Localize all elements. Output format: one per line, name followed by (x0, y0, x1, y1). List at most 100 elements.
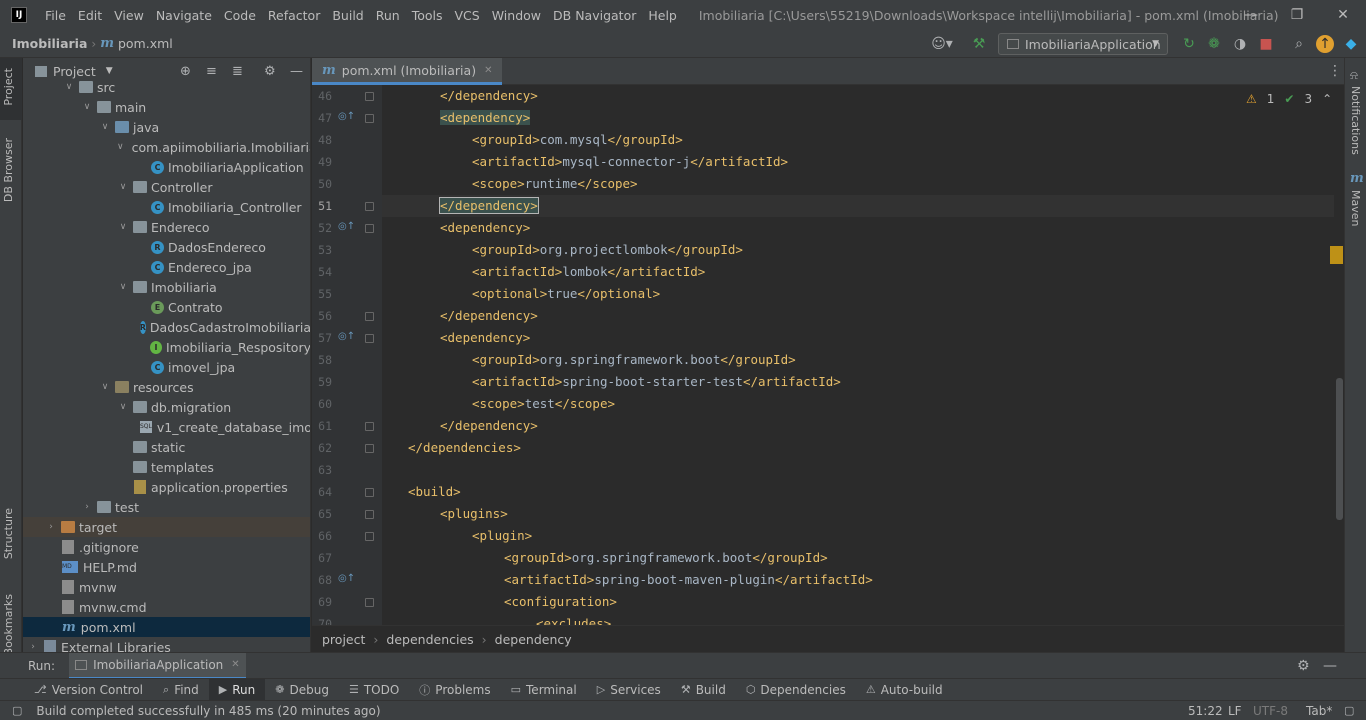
run-configuration-select[interactable]: ImobiliariaApplication ▼ (998, 33, 1168, 55)
chevron-down-icon[interactable]: ▼ (106, 66, 113, 76)
tree-item[interactable]: C ImobiliariaApplication (23, 157, 310, 177)
tab-notifications[interactable]: Notifications (1349, 86, 1362, 155)
nav-project[interactable]: Imobiliaria (12, 36, 87, 51)
tool-problems[interactable]: ⓘ Problems (409, 679, 500, 701)
code-line[interactable]: <artifactId>spring-boot-maven-plugin</ar… (504, 569, 873, 591)
run-tab-application[interactable]: ImobiliariaApplication ✕ (69, 652, 246, 679)
tree-item[interactable]: ∨ Controller (23, 177, 310, 197)
code-line[interactable]: <optional>true</optional> (472, 283, 660, 305)
code-line[interactable]: <artifactId>spring-boot-starter-test</ar… (472, 371, 841, 393)
caret-position[interactable]: 51:22 (1188, 704, 1223, 718)
chevron-down-icon[interactable]: ∨ (117, 142, 124, 152)
stop-icon[interactable]: ■ (1257, 35, 1275, 53)
lock-icon[interactable]: ▢ (1344, 704, 1354, 717)
tool-terminal[interactable]: ▭ Terminal (501, 679, 587, 701)
tree-item[interactable]: mvnw (23, 577, 310, 597)
tree-item[interactable]: ∨ src (23, 77, 310, 97)
code-line[interactable]: <scope>test</scope> (472, 393, 615, 415)
tab-maven[interactable]: Maven (1349, 190, 1362, 226)
tool-debug[interactable]: ❁ Debug (265, 679, 339, 701)
tool-find[interactable]: ⌕ Find (153, 679, 209, 701)
tree-item[interactable]: MD HELP.md (23, 557, 310, 577)
menu-run[interactable]: Run (370, 8, 406, 23)
tool-todo[interactable]: ☰ TODO (339, 679, 409, 701)
code-line[interactable]: </dependency> (439, 195, 539, 217)
menu-tools[interactable]: Tools (406, 8, 449, 23)
code-line[interactable]: </dependency> (440, 305, 538, 327)
tree-item[interactable]: R DadosCadastroImobiliaria (23, 317, 310, 337)
code-line[interactable]: <artifactId>mysql-connector-j</artifactI… (472, 151, 788, 173)
restore-icon[interactable]: ❐ (1274, 0, 1320, 30)
menu-view[interactable]: View (108, 8, 150, 23)
breadcrumb-dependency[interactable]: dependency (495, 632, 572, 647)
breadcrumb-dependencies[interactable]: dependencies (386, 632, 473, 647)
tree-item[interactable]: ∨ resources (23, 377, 310, 397)
chevron-down-icon[interactable]: ∨ (117, 222, 129, 232)
tree-item[interactable]: ∨ com.apiimobiliaria.Imobiliaria (23, 137, 310, 157)
code-line[interactable]: </dependencies> (408, 437, 521, 459)
panel-toggle-icon[interactable]: ▢ (12, 704, 22, 717)
nav-file[interactable]: pom.xml (118, 36, 173, 51)
code-line[interactable]: <groupId>org.springframework.boot</group… (472, 349, 796, 371)
tree-item[interactable]: C Imobiliaria_Controller (23, 197, 310, 217)
tab-project[interactable]: Project (2, 68, 15, 106)
code-content[interactable]: </dependency> <dependency> <groupId>com.my… (312, 58, 1332, 625)
line-separator[interactable]: LF (1228, 704, 1242, 718)
chevron-up-icon[interactable]: ⌃ (1322, 92, 1332, 106)
menu-navigate[interactable]: Navigate (150, 8, 218, 23)
chevron-down-icon[interactable]: ∨ (81, 102, 93, 112)
user-icon[interactable]: ☺▾ (928, 35, 956, 53)
search-icon[interactable]: ⌕ (1290, 35, 1308, 53)
status-message[interactable]: Build completed successfully in 485 ms (… (36, 704, 380, 718)
tree-item[interactable]: .gitignore (23, 537, 310, 557)
menu-code[interactable]: Code (218, 8, 262, 23)
tree-item[interactable]: static (23, 437, 310, 457)
tree-item[interactable]: › External Libraries (23, 637, 310, 652)
chevron-right-icon[interactable]: › (81, 502, 93, 512)
tree-item[interactable]: › target (23, 517, 310, 537)
tab-bookmarks[interactable]: Bookmarks (2, 594, 15, 655)
minimize-icon[interactable]: — (1228, 0, 1274, 30)
hide-panel-icon[interactable]: — (1323, 658, 1337, 674)
tree-item[interactable]: SQL v1_create_database_imovel.sq (23, 417, 310, 437)
chevron-down-icon[interactable]: ∨ (117, 282, 129, 292)
code-line[interactable]: <groupId>org.projectlombok</groupId> (472, 239, 743, 261)
tree-item[interactable]: Cimovel_jpa (23, 357, 310, 377)
close-icon[interactable]: ✕ (231, 659, 239, 670)
tree-item[interactable]: ∨ db.migration (23, 397, 310, 417)
tree-item[interactable]: mvnw.cmd (23, 597, 310, 617)
indent-setting[interactable]: Tab* (1306, 704, 1332, 718)
code-line[interactable]: <plugins> (440, 503, 508, 525)
chevron-right-icon[interactable]: › (27, 642, 39, 652)
chevron-down-icon[interactable]: ∨ (117, 182, 129, 192)
tree-item[interactable]: templates (23, 457, 310, 477)
rerun-icon[interactable]: ↻ (1180, 35, 1198, 53)
tree-item[interactable]: m pom.xml (23, 617, 310, 637)
code-line[interactable]: <dependency> (440, 327, 530, 349)
code-line[interactable]: <plugin> (472, 525, 532, 547)
update-icon[interactable]: ↑ (1316, 35, 1334, 53)
code-line[interactable]: <configuration> (504, 591, 617, 613)
tool-services[interactable]: ▷ Services (587, 679, 671, 701)
inspection-widget[interactable]: ⚠ 1 ✔ 3 ⌃ ⌄ (1246, 92, 1352, 106)
code-line[interactable]: <excludes> (536, 613, 611, 625)
code-line[interactable]: <artifactId>lombok</artifactId> (472, 261, 705, 283)
tree-item[interactable]: E Contrato (23, 297, 310, 317)
menu-vcs[interactable]: VCS (449, 8, 486, 23)
tab-structure[interactable]: Structure (2, 508, 15, 559)
tree-item[interactable]: application.properties (23, 477, 310, 497)
debug-icon[interactable]: ❁ (1205, 35, 1223, 53)
plugin-icon[interactable]: ◆ (1342, 35, 1360, 53)
code-line[interactable]: <build> (408, 481, 461, 503)
menu-db-navigator[interactable]: DB Navigator (547, 8, 642, 23)
code-line[interactable]: </dependency> (440, 85, 538, 107)
tab-db-browser[interactable]: DB Browser (2, 138, 15, 202)
tool-build[interactable]: ⚒ Build (671, 679, 736, 701)
code-line[interactable]: <scope>runtime</scope> (472, 173, 638, 195)
chevron-down-icon[interactable]: ∨ (63, 82, 75, 92)
tool-version-control[interactable]: ⎇ Version Control (24, 679, 153, 701)
tool-dependencies[interactable]: ⬡ Dependencies (736, 679, 856, 701)
tree-item[interactable]: ∨ main (23, 97, 310, 117)
hammer-icon[interactable]: ⚒ (970, 35, 988, 53)
editor-scrollbar[interactable] (1336, 378, 1343, 520)
